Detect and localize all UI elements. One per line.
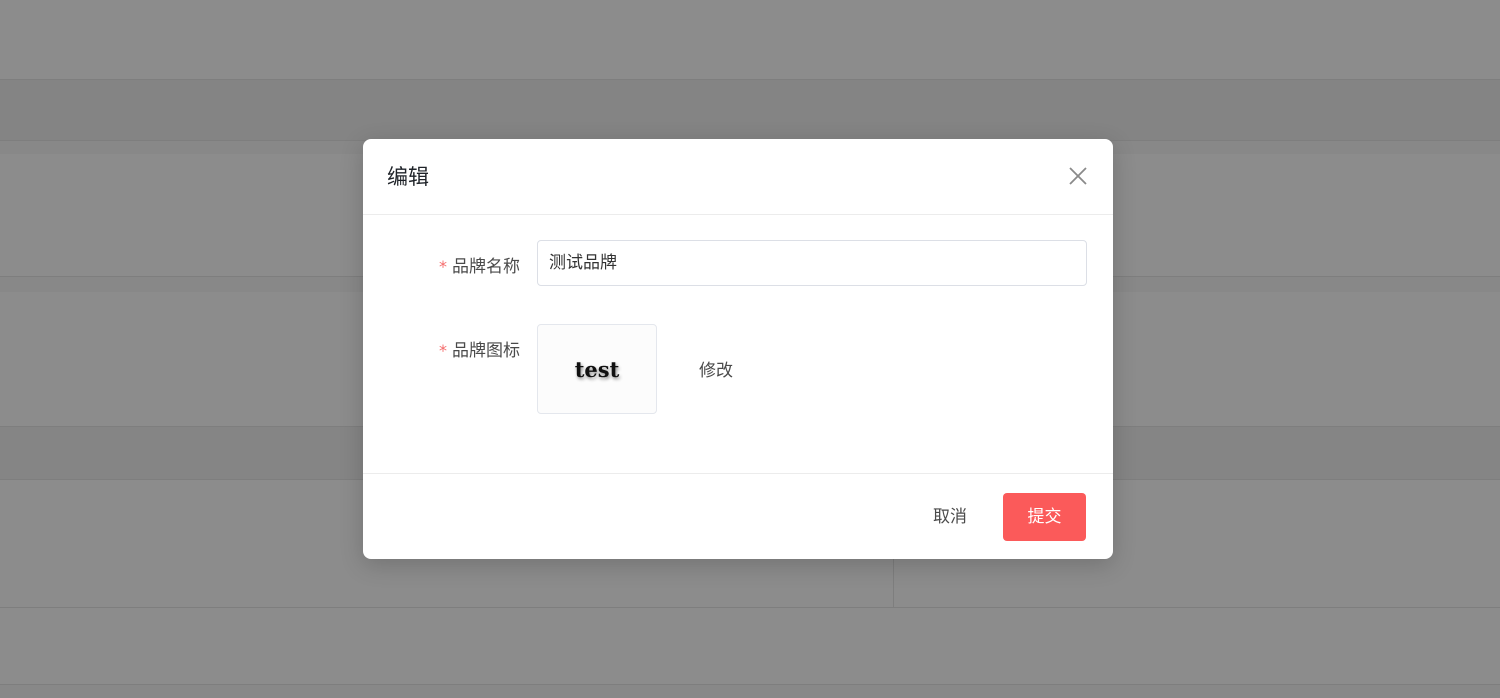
edit-logo-link[interactable]: 修改 bbox=[699, 356, 733, 381]
dialog-title: 编辑 bbox=[387, 165, 429, 189]
required-mark: * bbox=[439, 341, 447, 360]
dialog-footer: 取消 提交 bbox=[363, 473, 1113, 559]
required-mark: * bbox=[439, 257, 447, 276]
brand-logo-preview[interactable]: test bbox=[537, 324, 657, 414]
brand-icon-label-text: 品牌图标 bbox=[452, 341, 520, 361]
brand-logo-text: test bbox=[574, 356, 620, 382]
brand-name-label: * 品牌名称 bbox=[439, 252, 520, 277]
edit-dialog: 编辑 * 品牌名称 测试品牌 * 品牌图标 test 修改 取消 提交 bbox=[363, 139, 1113, 559]
cancel-button[interactable]: 取消 bbox=[923, 493, 977, 541]
close-icon[interactable] bbox=[1065, 163, 1091, 189]
brand-icon-label: * 品牌图标 bbox=[439, 336, 520, 361]
brand-name-input[interactable]: 测试品牌 bbox=[537, 240, 1087, 286]
submit-button[interactable]: 提交 bbox=[1003, 493, 1086, 541]
brand-name-label-text: 品牌名称 bbox=[452, 257, 520, 277]
dialog-header: 编辑 bbox=[363, 139, 1113, 215]
